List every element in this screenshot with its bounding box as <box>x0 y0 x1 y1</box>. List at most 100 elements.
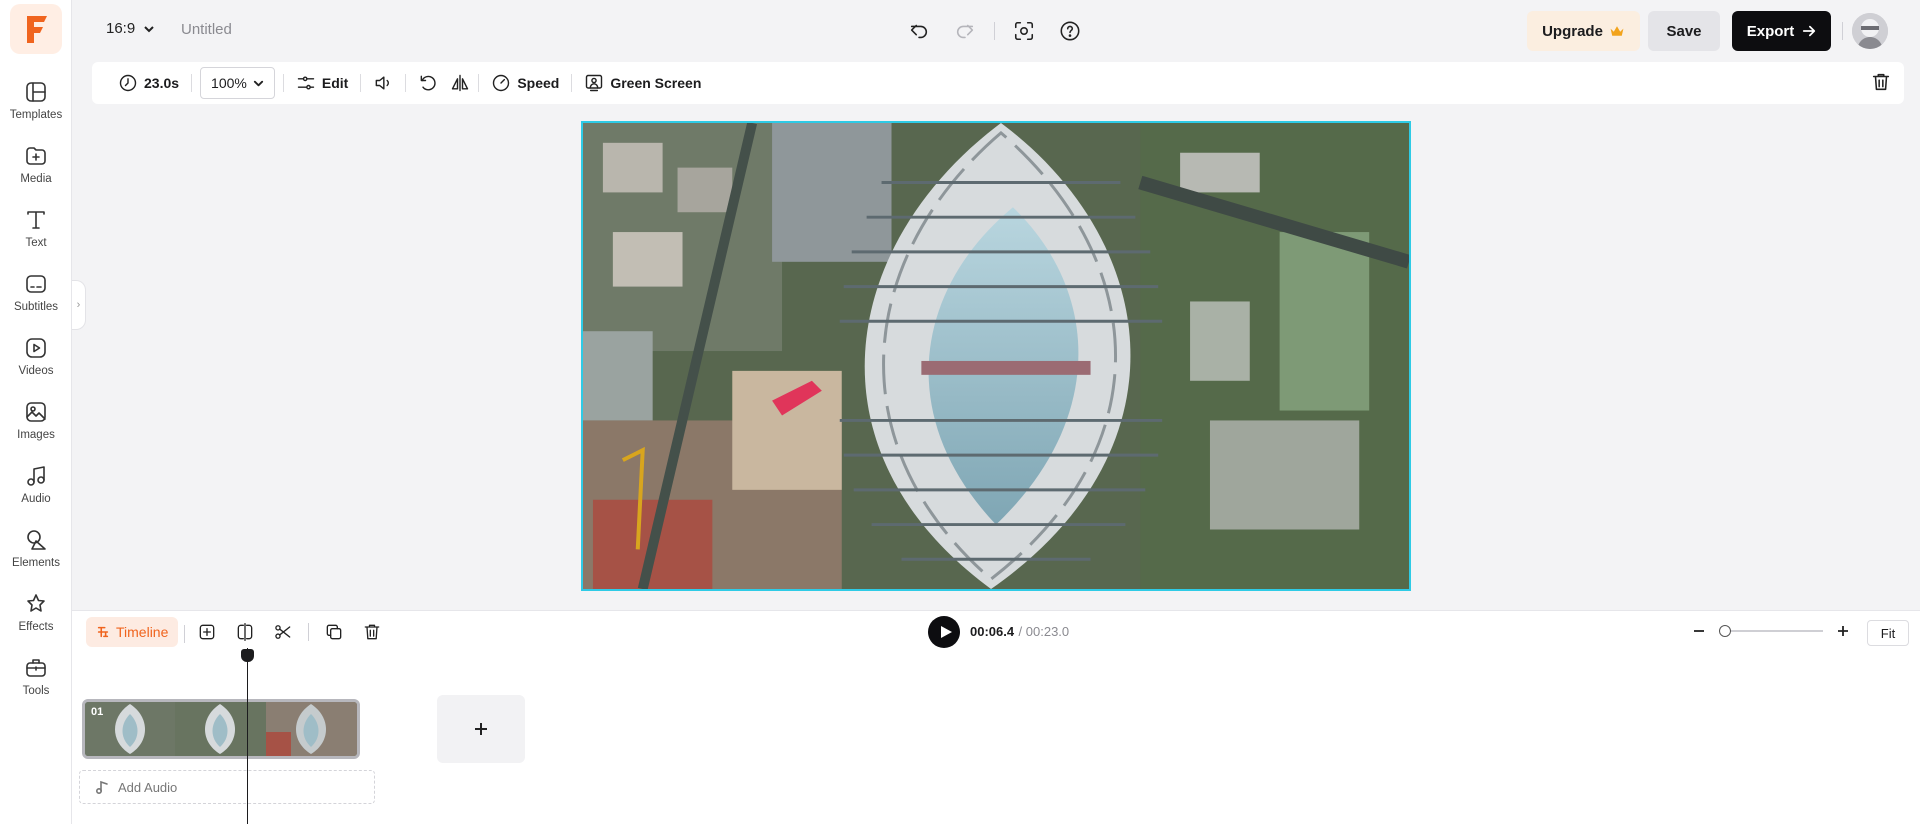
timeline-label: Timeline <box>116 624 169 640</box>
sidebar-item-elements[interactable]: Elements <box>0 528 72 584</box>
timeline-icon <box>97 626 109 638</box>
undo-icon <box>910 24 928 39</box>
duration-value: 23.0s <box>144 75 180 91</box>
music-note-icon <box>95 780 108 795</box>
playhead-handle[interactable] <box>241 649 254 662</box>
sidebar-item-label: Subtitles <box>13 301 59 313</box>
trash-icon <box>364 624 380 640</box>
timeline-zoom-slider[interactable] <box>1719 625 1823 637</box>
cut-button[interactable] <box>264 619 302 645</box>
sidebar-item-label: Videos <box>18 365 54 377</box>
sidebar-item-images[interactable]: Images <box>0 400 72 456</box>
zoom-value: 100% <box>211 75 247 91</box>
effects-icon <box>27 594 45 612</box>
media-icon <box>26 147 46 165</box>
sidebar-item-media[interactable]: Media <box>0 144 72 200</box>
total-time: / 00:23.0 <box>1018 624 1070 639</box>
clock-icon <box>119 74 137 92</box>
split-icon <box>237 623 253 641</box>
clip-number: 01 <box>91 706 104 718</box>
sidebar-item-subtitles[interactable]: Subtitles <box>0 272 72 328</box>
app-logo[interactable] <box>10 4 62 54</box>
history-tools <box>904 16 1085 46</box>
volume-button[interactable] <box>365 67 401 99</box>
clip-property-toolbar: 23.0s 100% Edit Speed Green Screen <box>92 62 1904 104</box>
aspect-ratio-dropdown[interactable]: 16:9 <box>106 20 155 37</box>
trash-icon <box>1872 73 1890 91</box>
elements-icon <box>27 530 46 550</box>
sidebar-item-audio[interactable]: Audio <box>0 464 72 520</box>
playhead-line <box>247 648 248 824</box>
zoom-in-button[interactable] <box>1833 621 1853 641</box>
templates-icon <box>26 82 46 102</box>
timeline-tab[interactable]: Timeline <box>86 617 179 647</box>
sidebar-item-videos[interactable]: Videos <box>0 336 72 392</box>
speaker-icon <box>375 76 390 90</box>
screenshot-button[interactable] <box>1009 16 1039 46</box>
upgrade-label: Upgrade <box>1542 22 1603 40</box>
sidebar-item-templates[interactable]: Templates <box>0 80 72 136</box>
sidebar-item-effects[interactable]: Effects <box>0 592 72 648</box>
sidebar-item-tools[interactable]: Tools <box>0 656 72 712</box>
aspect-ratio-value: 16:9 <box>106 20 136 37</box>
undo-button[interactable] <box>904 16 934 46</box>
sliders-icon <box>297 76 315 90</box>
save-button[interactable]: Save <box>1648 11 1720 51</box>
speed-label: Speed <box>517 75 560 91</box>
plus-icon <box>1838 626 1848 636</box>
redo-icon <box>956 24 974 39</box>
current-time: 00:06.4 <box>970 624 1015 639</box>
chevron-down-icon <box>144 25 154 32</box>
add-clip-tool-button[interactable] <box>188 619 226 645</box>
add-clip-button[interactable] <box>437 695 525 763</box>
plus-icon <box>475 723 487 735</box>
audio-icon <box>27 466 45 486</box>
sidebar-item-label: Media <box>20 173 52 185</box>
flip-button[interactable] <box>446 67 474 99</box>
add-audio-track[interactable]: Add Audio <box>79 770 375 804</box>
video-clip[interactable]: 01 <box>82 699 360 759</box>
camera-focus-icon <box>1014 21 1034 41</box>
sidebar-item-label: Audio <box>21 493 51 505</box>
delete-clip-button[interactable] <box>1870 71 1894 95</box>
fit-button[interactable]: Fit <box>1867 620 1909 646</box>
speed-button[interactable]: Speed <box>483 67 567 99</box>
videos-icon <box>26 338 46 358</box>
play-button[interactable] <box>928 616 960 648</box>
sidebar-item-text[interactable]: Text <box>0 208 72 264</box>
video-preview-canvas[interactable] <box>581 121 1411 591</box>
avatar-icon <box>1852 13 1888 49</box>
sidebar-item-label: Elements <box>12 557 60 569</box>
green-screen-label: Green Screen <box>610 75 702 91</box>
speedometer-icon <box>493 74 510 92</box>
export-button[interactable]: Export <box>1732 11 1831 51</box>
add-audio-label: Add Audio <box>118 779 178 795</box>
flip-icon <box>452 74 469 92</box>
aerial-skyscraper-frame <box>583 123 1409 589</box>
logo-icon <box>27 16 47 43</box>
timeline-tools <box>188 619 391 645</box>
delete-button[interactable] <box>353 619 391 645</box>
crown-icon <box>1610 26 1624 36</box>
zoom-slider-handle[interactable] <box>1719 625 1731 637</box>
zoom-out-button[interactable] <box>1689 621 1709 641</box>
split-button[interactable] <box>226 619 264 645</box>
help-button[interactable] <box>1055 16 1085 46</box>
green-screen-button[interactable]: Green Screen <box>576 67 709 99</box>
edit-button[interactable]: Edit <box>288 67 356 99</box>
project-title[interactable]: Untitled <box>181 21 232 38</box>
duration-control[interactable]: 23.0s <box>110 67 187 99</box>
left-sidebar: Templates Media Text Subtitles Videos Im… <box>0 0 72 824</box>
arrow-right-icon <box>1803 25 1816 37</box>
sidebar-collapse-toggle[interactable]: › <box>72 280 86 330</box>
redo-button[interactable] <box>950 16 980 46</box>
rotate-button[interactable] <box>410 67 446 99</box>
playback-controls: 00:06.4 / 00:23.0 <box>928 616 1069 648</box>
duplicate-button[interactable] <box>315 619 353 645</box>
sidebar-item-label: Text <box>25 237 47 249</box>
user-avatar[interactable] <box>1852 13 1888 49</box>
upgrade-button[interactable]: Upgrade <box>1527 11 1640 51</box>
sidebar-item-label: Effects <box>18 621 54 633</box>
canvas-zoom-select[interactable]: 100% <box>200 67 275 99</box>
duplicate-icon <box>326 624 342 640</box>
